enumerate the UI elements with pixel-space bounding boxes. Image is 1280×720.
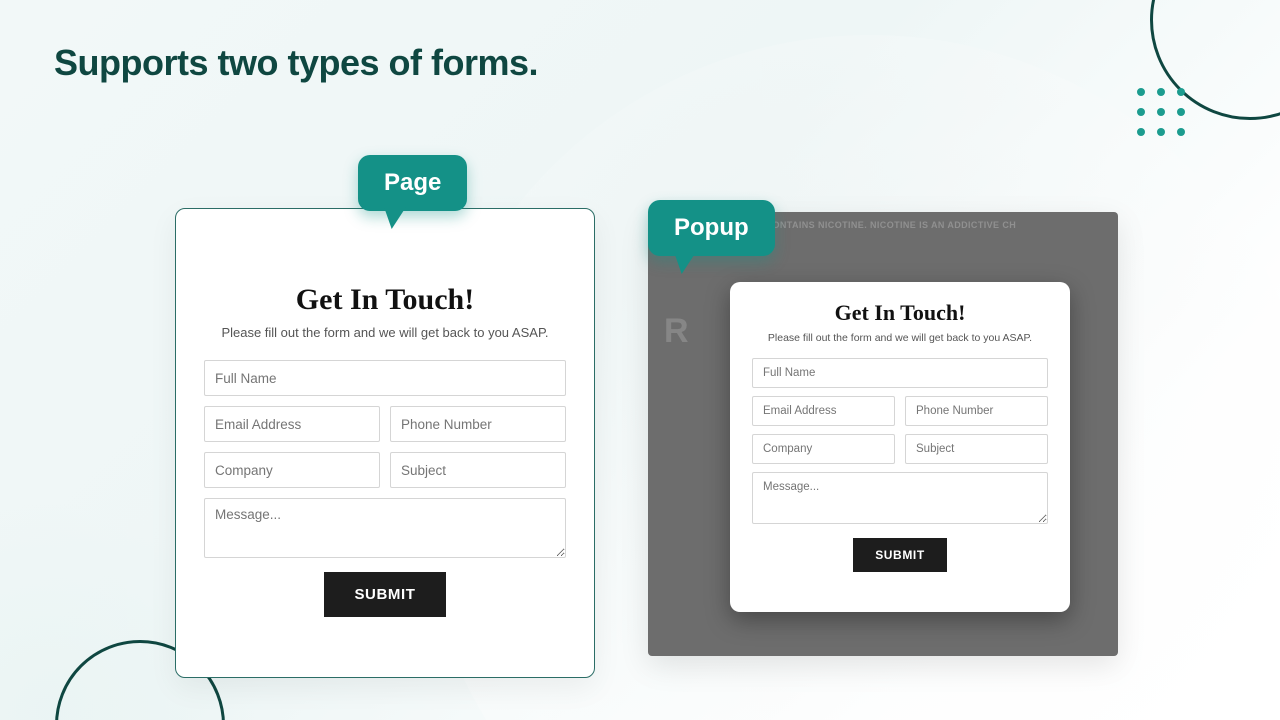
phone-input[interactable] [390,406,566,442]
company-input[interactable] [204,452,380,488]
submit-button[interactable]: SUBMIT [324,572,445,617]
submit-button[interactable]: SUBMIT [853,538,947,572]
page-headline: Supports two types of forms. [54,42,538,84]
company-input[interactable] [752,434,895,464]
popup-bg-side-text: R [664,312,691,351]
subject-input[interactable] [390,452,566,488]
page-form-card: Get In Touch! Please fill out the form a… [175,208,595,678]
form-title: Get In Touch! [752,300,1048,326]
subject-input[interactable] [905,434,1048,464]
full-name-input[interactable] [752,358,1048,388]
deco-dot-grid [1137,88,1185,136]
form-title: Get In Touch! [204,283,566,317]
form-subtitle: Please fill out the form and we will get… [752,332,1048,344]
email-input[interactable] [204,406,380,442]
label-bubble-page: Page [358,155,467,211]
form-subtitle: Please fill out the form and we will get… [204,325,566,340]
full-name-input[interactable] [204,360,566,396]
popup-backdrop: CT CONTAINS NICOTINE. NICOTINE IS AN ADD… [648,212,1118,656]
message-textarea[interactable] [752,472,1048,524]
message-textarea[interactable] [204,498,566,558]
popup-form-modal: Get In Touch! Please fill out the form a… [730,282,1070,612]
label-bubble-popup: Popup [648,200,775,256]
email-input[interactable] [752,396,895,426]
phone-input[interactable] [905,396,1048,426]
